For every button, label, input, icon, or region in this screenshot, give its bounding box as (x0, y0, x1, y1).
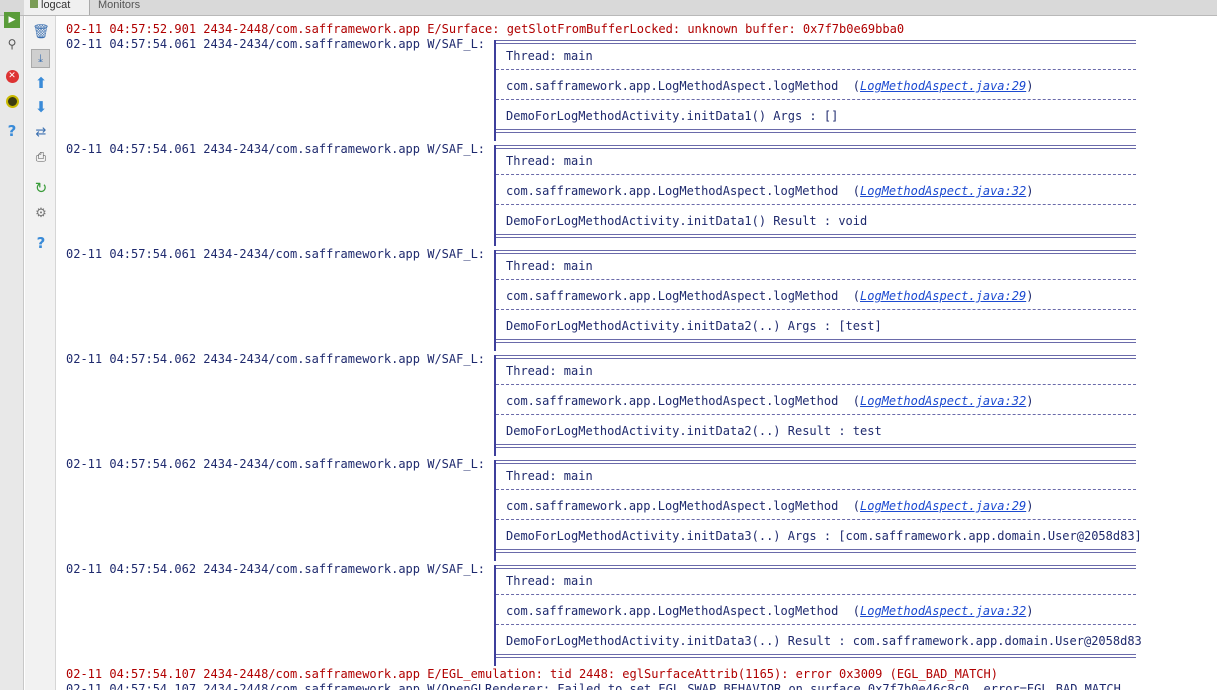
detail-line: DemoForLogMethodActivity.initData1() Arg… (506, 109, 839, 123)
dash-separator (496, 624, 1136, 625)
source-link[interactable]: LogMethodAspect.java:29 (860, 79, 1026, 93)
search-log-icon[interactable]: ⚲ (4, 36, 20, 52)
logcat-toolbar: 🗑 ⤓ ⬆ ⬇ ⇄ ⎙ ↻ ⚙ ? (25, 16, 56, 690)
outer-toolbar: ▶ ⚲ ✕ ? (0, 12, 24, 690)
tab-monitors-label: Monitors (98, 0, 141, 11)
detail-line: DemoForLogMethodActivity.initData3(..) R… (506, 634, 1142, 648)
dash-separator (496, 519, 1136, 520)
double-separator (496, 565, 1136, 569)
log-line-error: 02-11 04:57:52.901 2434-2448/com.saffram… (66, 22, 905, 36)
double-separator (496, 460, 1136, 464)
soft-wrap-icon[interactable]: ⇄ (33, 124, 49, 140)
detail-line: DemoForLogMethodActivity.initData1() Res… (506, 214, 868, 228)
method-name: com.safframework.app.LogMethodAspect.log… (506, 79, 839, 93)
log-line-header: 02-11 04:57:54.061 2434-2434/com.saffram… (66, 142, 486, 156)
double-separator (496, 234, 1136, 238)
dash-separator (496, 69, 1136, 70)
double-separator (496, 339, 1136, 343)
detail-line: DemoForLogMethodActivity.initData2(..) A… (506, 319, 882, 333)
log-line-header: 02-11 04:57:54.062 2434-2434/com.saffram… (66, 562, 486, 576)
log-line-warning: 02-11 04:57:54.107 2434-2448/com.saffram… (66, 682, 1121, 690)
scroll-to-end-icon[interactable]: ⤓ (31, 49, 50, 68)
double-separator (496, 250, 1136, 254)
method-name: com.safframework.app.LogMethodAspect.log… (506, 184, 839, 198)
log-box: Thread: main com.safframework.app.LogMet… (494, 145, 1136, 246)
log-line-header: 02-11 04:57:54.061 2434-2434/com.saffram… (66, 247, 486, 261)
dash-separator (496, 384, 1136, 385)
run-icon[interactable]: ▶ (4, 12, 20, 28)
double-separator (496, 145, 1136, 149)
method-name: com.safframework.app.LogMethodAspect.log… (506, 394, 839, 408)
thread-label: Thread: main (506, 49, 593, 63)
dash-separator (496, 279, 1136, 280)
logcat-output[interactable]: 02-11 04:57:52.901 2434-2448/com.saffram… (66, 20, 1217, 690)
tab-monitors[interactable]: Monitors (92, 0, 146, 15)
source-link[interactable]: LogMethodAspect.java:32 (860, 184, 1026, 198)
method-line: com.safframework.app.LogMethodAspect.log… (506, 184, 1034, 198)
dash-separator (496, 309, 1136, 310)
restart-icon[interactable]: ↻ (33, 180, 49, 196)
thread-label: Thread: main (506, 259, 593, 273)
clear-log-icon[interactable]: 🗑 (32, 24, 50, 40)
log-box: Thread: main com.safframework.app.LogMet… (494, 355, 1136, 456)
logcat-icon (30, 0, 38, 8)
detail-line: DemoForLogMethodActivity.initData3(..) A… (506, 529, 1142, 543)
method-line: com.safframework.app.LogMethodAspect.log… (506, 604, 1034, 618)
debug-icon[interactable] (4, 93, 20, 109)
detail-line: DemoForLogMethodActivity.initData2(..) R… (506, 424, 882, 438)
thread-label: Thread: main (506, 574, 593, 588)
stop-icon[interactable]: ✕ (4, 68, 20, 84)
help-icon[interactable]: ? (4, 123, 20, 139)
log-box: Thread: main com.safframework.app.LogMet… (494, 40, 1136, 141)
thread-label: Thread: main (506, 154, 593, 168)
dash-separator (496, 99, 1136, 100)
method-name: com.safframework.app.LogMethodAspect.log… (506, 499, 839, 513)
log-line-header: 02-11 04:57:54.061 2434-2434/com.saffram… (66, 37, 486, 51)
dash-separator (496, 414, 1136, 415)
help-icon[interactable]: ? (33, 235, 49, 251)
source-link[interactable]: LogMethodAspect.java:32 (860, 394, 1026, 408)
source-link[interactable]: LogMethodAspect.java:32 (860, 604, 1026, 618)
log-box: Thread: main com.safframework.app.LogMet… (494, 250, 1136, 351)
log-line-header: 02-11 04:57:54.062 2434-2434/com.saffram… (66, 457, 486, 471)
dash-separator (496, 489, 1136, 490)
settings-icon[interactable]: ⚙ (33, 205, 49, 221)
double-separator (496, 444, 1136, 448)
double-separator (496, 129, 1136, 133)
method-name: com.safframework.app.LogMethodAspect.log… (506, 289, 839, 303)
double-separator (496, 654, 1136, 658)
double-separator (496, 40, 1136, 44)
method-line: com.safframework.app.LogMethodAspect.log… (506, 289, 1034, 303)
dash-separator (496, 594, 1136, 595)
method-name: com.safframework.app.LogMethodAspect.log… (506, 604, 839, 618)
thread-label: Thread: main (506, 469, 593, 483)
double-separator (496, 355, 1136, 359)
method-line: com.safframework.app.LogMethodAspect.log… (506, 499, 1034, 513)
print-icon[interactable]: ⎙ (33, 149, 49, 165)
up-arrow-icon[interactable]: ⬆ (33, 75, 49, 91)
thread-label: Thread: main (506, 364, 593, 378)
log-line-header: 02-11 04:57:54.062 2434-2434/com.saffram… (66, 352, 486, 366)
method-line: com.safframework.app.LogMethodAspect.log… (506, 394, 1034, 408)
log-line-error: 02-11 04:57:54.107 2434-2448/com.saffram… (66, 667, 998, 681)
log-box: Thread: main com.safframework.app.LogMet… (494, 565, 1142, 666)
tab-logcat[interactable]: logcat (24, 0, 90, 15)
down-arrow-icon[interactable]: ⬇ (33, 99, 49, 115)
source-link[interactable]: LogMethodAspect.java:29 (860, 499, 1026, 513)
tool-window-tabs: logcat Monitors (0, 0, 1217, 16)
log-box: Thread: main com.safframework.app.LogMet… (494, 460, 1142, 561)
dash-separator (496, 204, 1136, 205)
tab-logcat-label: logcat (41, 0, 71, 11)
source-link[interactable]: LogMethodAspect.java:29 (860, 289, 1026, 303)
double-separator (496, 549, 1136, 553)
method-line: com.safframework.app.LogMethodAspect.log… (506, 79, 1034, 93)
dash-separator (496, 174, 1136, 175)
